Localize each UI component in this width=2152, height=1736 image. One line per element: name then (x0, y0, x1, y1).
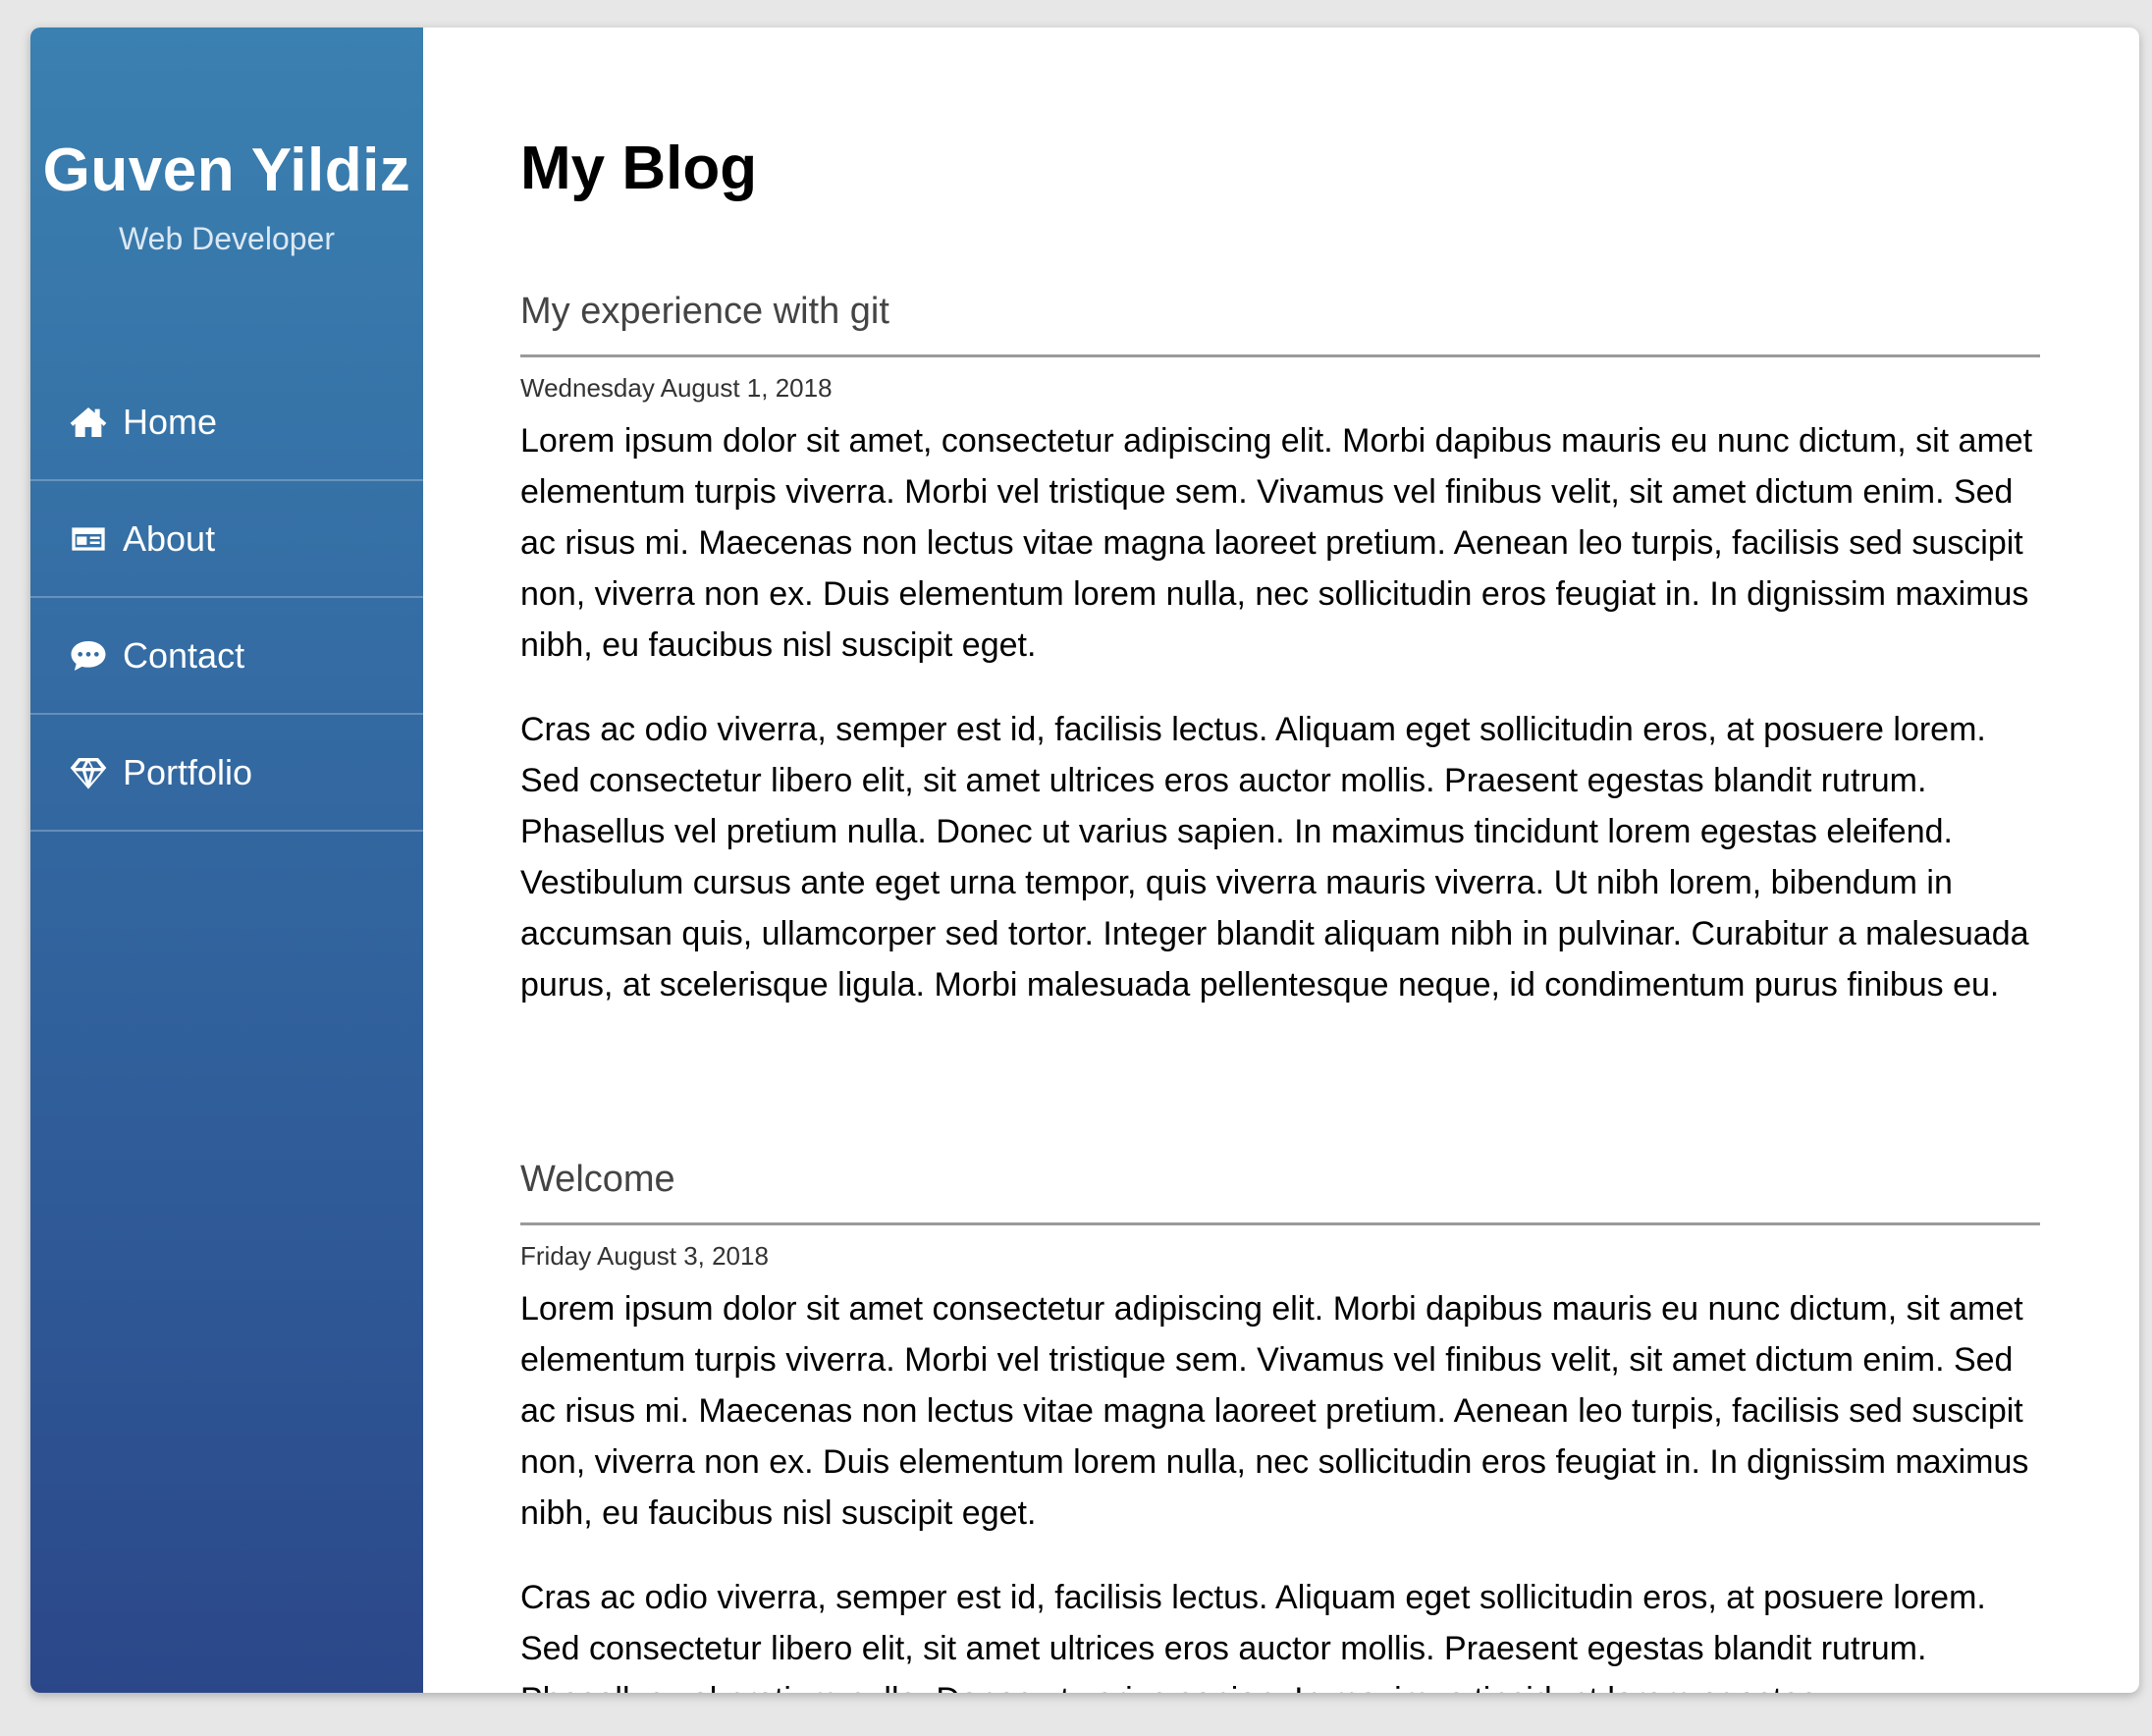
sidebar-item-portfolio[interactable]: Portfolio (30, 715, 423, 832)
main-content: My Blog My experience with git Wednesday… (520, 27, 2040, 1693)
sidebar-item-label: About (123, 517, 216, 559)
post-paragraph: Cras ac odio viverra, semper est id, fac… (520, 711, 2029, 1004)
blog-post: My experience with git Wednesday August … (520, 291, 2040, 1044)
chat-bubble-icon (68, 635, 109, 677)
blog-post: Welcome Friday August 3, 2018 Lorem ipsu… (520, 1159, 2040, 1693)
browser-window: Guven Yildiz Web Developer Home About Co… (30, 27, 2139, 1693)
sidebar: Guven Yildiz Web Developer Home About Co… (30, 27, 423, 1693)
sidebar-item-label: Contact (123, 634, 245, 676)
brand-name[interactable]: Guven Yildiz (30, 140, 423, 201)
sidebar-item-label: Home (123, 401, 218, 442)
post-date: Wednesday August 1, 2018 (520, 373, 833, 403)
sidebar-nav: Home About Contact Portfolio (30, 364, 423, 832)
post-title[interactable]: Welcome (520, 1159, 2040, 1225)
sidebar-item-contact[interactable]: Contact (30, 598, 423, 715)
post-paragraph: Lorem ipsum dolor sit amet, consectetur … (520, 422, 2033, 664)
post-title[interactable]: My experience with git (520, 291, 2040, 357)
sidebar-item-label: Portfolio (123, 751, 253, 792)
brand-role: Web Developer (119, 221, 335, 256)
brand: Guven Yildiz Web Developer (30, 27, 423, 257)
sidebar-item-home[interactable]: Home (30, 364, 423, 481)
sidebar-item-about[interactable]: About (30, 481, 423, 598)
post-date: Friday August 3, 2018 (520, 1241, 769, 1271)
page-title: My Blog (520, 135, 758, 202)
post-paragraph: Cras ac odio viverra, semper est id, fac… (520, 1579, 1986, 1693)
id-card-icon (68, 518, 109, 560)
diamond-icon (68, 752, 109, 793)
post-paragraph: Lorem ipsum dolor sit amet consectetur a… (520, 1290, 2029, 1532)
home-icon (68, 402, 109, 443)
